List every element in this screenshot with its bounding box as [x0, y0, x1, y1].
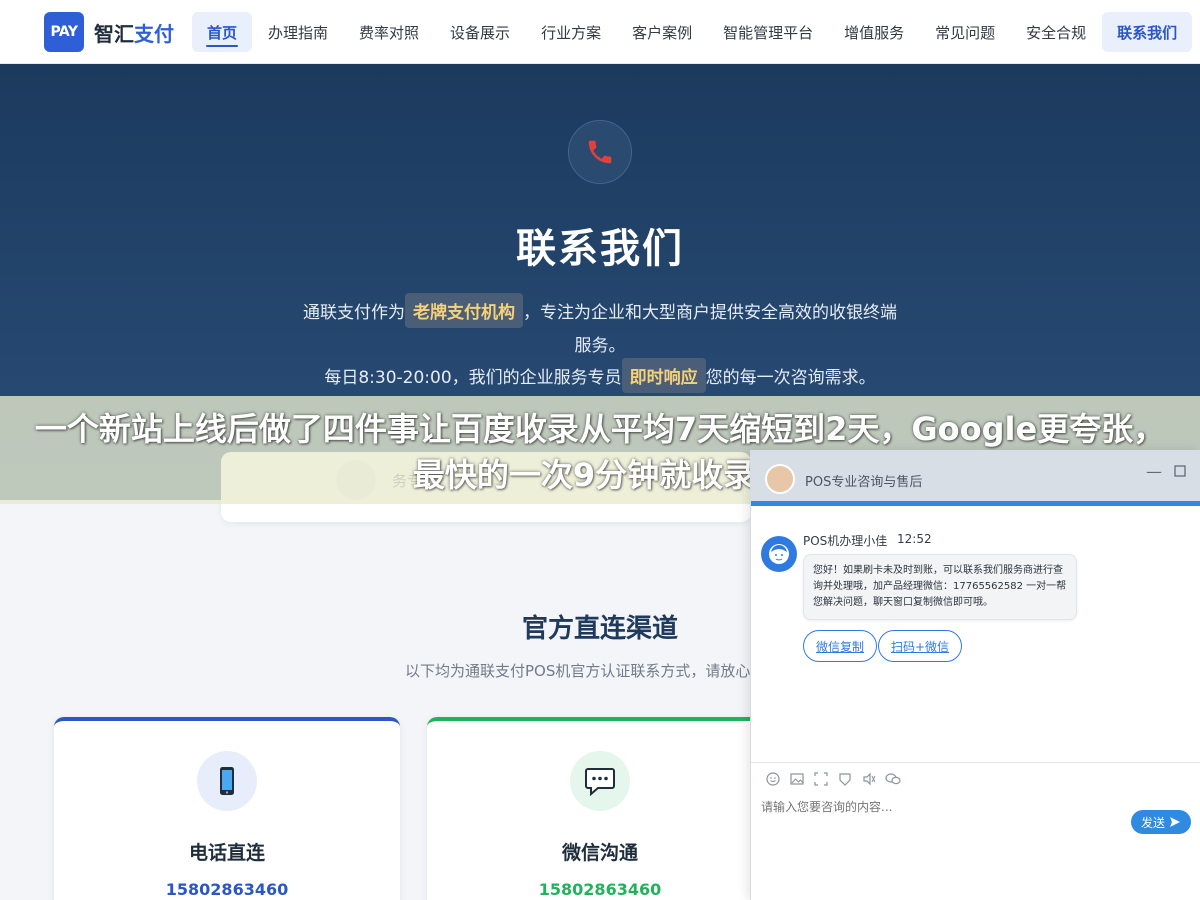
send-button[interactable]: 发送 — [1131, 810, 1191, 834]
screenshot-icon[interactable] — [809, 770, 833, 788]
page-title: 联系我们 — [516, 226, 684, 272]
send-arrow-icon — [1170, 817, 1180, 827]
wechat-icon[interactable] — [881, 770, 905, 788]
hero-line3-post: 您的每一次咨询需求。 — [705, 368, 876, 388]
nav-item-contact[interactable]: 联系我们 — [1102, 12, 1193, 52]
card-wechat-number[interactable]: 15802863460 — [427, 880, 773, 899]
nav-item-value-added[interactable]: 增值服务 — [829, 12, 919, 52]
chat-header-avatar — [765, 464, 795, 494]
main-nav: 首页 办理指南 费率对照 设备展示 行业方案 客户案例 智能管理平台 增值服务 … — [192, 12, 1193, 52]
nav-item-devices[interactable]: 设备展示 — [435, 12, 525, 52]
minimize-icon[interactable]: — — [1145, 462, 1163, 481]
card-title-wechat: 微信沟通 — [561, 842, 638, 864]
phone-contact-card[interactable]: 电话直连 15802863460 — [54, 717, 400, 900]
scan-wechat-button[interactable]: 扫码+微信 — [878, 630, 963, 662]
hero-line3-pre: 每日8:30-20:00，我们的企业服务专员 — [324, 368, 622, 388]
nav-item-guide[interactable]: 办理指南 — [253, 12, 343, 52]
nav-item-faq[interactable]: 常见问题 — [920, 12, 1010, 52]
highlight-instant-response: 即时响应 — [621, 358, 706, 393]
mobile-phone-icon — [197, 751, 257, 811]
agent-message: 您好！如果刷卡未及时到账，可以联系我们服务商进行查询并处理哦，加产品经理微信：1… — [803, 554, 1077, 620]
nav-item-solutions[interactable]: 行业方案 — [526, 12, 616, 52]
nav-item-rates[interactable]: 费率对照 — [344, 12, 434, 52]
card-phone-number[interactable]: 15802863460 — [54, 880, 400, 899]
chat-widget: POS专业咨询与售后 — POS机办理小佳 12:52 您好！如果刷卡未及时到账… — [750, 450, 1200, 900]
nav-item-platform[interactable]: 智能管理平台 — [708, 12, 828, 52]
chat-divider — [751, 762, 1200, 763]
nav-item-home[interactable]: 首页 — [192, 12, 253, 52]
agent-name: POS机办理小佳 — [803, 534, 888, 548]
chat-message-input[interactable] — [761, 800, 1121, 814]
chat-header: POS专业咨询与售后 — — [751, 450, 1200, 506]
nav-item-compliance[interactable]: 安全合规 — [1011, 12, 1101, 52]
image-icon[interactable] — [785, 770, 809, 788]
message-time: 12:52 — [897, 532, 932, 546]
chat-header-title: POS专业咨询与售后 — [805, 475, 923, 490]
rating-icon[interactable] — [833, 770, 857, 788]
send-button-label: 发送 — [1140, 815, 1165, 830]
hero-intro-line3: 每日8:30-20:00，我们的企业服务专员 即时响应 您的每一次咨询需求。 — [0, 358, 1200, 393]
nav-item-cases[interactable]: 客户案例 — [617, 12, 707, 52]
maximize-icon[interactable] — [1171, 462, 1189, 481]
logo[interactable]: PAY — [44, 12, 84, 52]
hero-intro-line2: 服务。 — [574, 336, 626, 356]
section-subtitle: 以下均为通联支付POS机官方认证联系方式，请放心 — [405, 662, 750, 680]
brand-part2: 支付 — [134, 22, 174, 46]
sound-icon[interactable] — [857, 770, 881, 788]
chat-bubble-icon — [570, 751, 630, 811]
agent-avatar — [761, 536, 797, 572]
brand-part1: 智汇 — [94, 22, 134, 46]
hero-line1-post: ，专注为企业和大型商户提供安全高效的收银终端 — [523, 303, 897, 323]
brand-name[interactable]: 智汇支付 — [94, 18, 174, 47]
chat-toolbar — [761, 770, 905, 788]
hero-line1-pre: 通联支付作为 — [303, 303, 405, 323]
emoji-icon[interactable] — [761, 770, 785, 788]
phone-icon — [568, 120, 632, 184]
card-title-phone: 电话直连 — [188, 842, 265, 864]
hero-intro-line1: 通联支付作为 老牌支付机构 ，专注为企业和大型商户提供安全高效的收银终端 — [0, 293, 1200, 328]
copy-wechat-button[interactable]: 微信复制 — [803, 630, 878, 662]
highlight-old-brand: 老牌支付机构 — [405, 293, 523, 328]
wechat-contact-card[interactable]: 微信沟通 15802863460 — [427, 717, 773, 900]
top-header: PAY 智汇支付 首页 办理指南 费率对照 设备展示 行业方案 客户案例 智能管… — [0, 0, 1200, 64]
